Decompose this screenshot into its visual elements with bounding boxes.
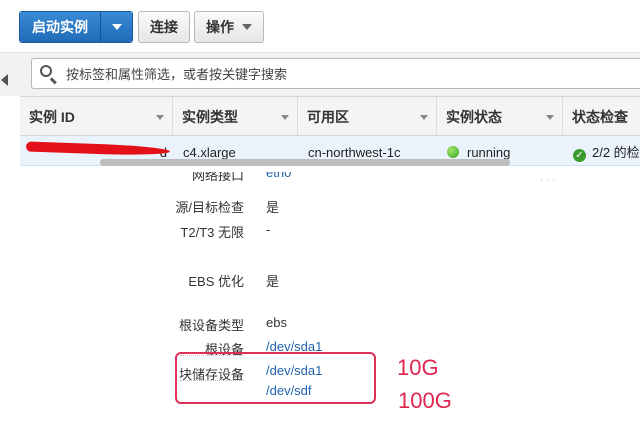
source-dest-check-label: 源/目标检查 xyxy=(175,200,244,215)
search-icon xyxy=(38,63,60,85)
sort-icon xyxy=(156,115,164,120)
launch-instance-button-group: 启动实例 xyxy=(19,11,133,43)
launch-instance-dropdown-button[interactable] xyxy=(100,12,132,42)
annotation-size-label: 100G xyxy=(398,388,452,413)
resize-handle-icon[interactable]: ··· xyxy=(540,174,558,184)
root-device-type-label: 根设备类型 xyxy=(178,318,244,333)
cell-status-checks: ✓ 2/2 的检 xyxy=(563,136,640,165)
connect-button[interactable]: 连接 xyxy=(138,11,190,43)
column-header-label: 实例状态 xyxy=(446,109,502,125)
root-device-type-value: ebs xyxy=(266,315,287,330)
instances-table-header: 实例 ID 实例类型 可用区 实例状态 状态检查 xyxy=(20,96,640,137)
horizontal-scrollbar[interactable] xyxy=(100,159,510,166)
check-icon: ✓ xyxy=(573,149,586,162)
collapse-left-icon[interactable] xyxy=(1,74,8,86)
column-header-instance-state[interactable]: 实例状态 xyxy=(437,97,563,137)
chevron-down-icon xyxy=(111,24,122,30)
column-header-label: 实例 ID xyxy=(29,109,75,125)
network-interface-link[interactable]: eth0 xyxy=(266,172,291,184)
instance-state-text: running xyxy=(467,145,511,160)
toolbar: 启动实例 连接 操作 xyxy=(0,0,640,52)
search-placeholder: 按标签和属性筛选，或者按关键字搜索 xyxy=(66,67,288,82)
actions-button-label: 操作 xyxy=(206,19,234,35)
network-interface-label: 网络接口 xyxy=(191,172,244,183)
actions-dropdown-button[interactable]: 操作 xyxy=(194,11,264,43)
column-header-label: 状态检查 xyxy=(572,109,628,125)
annotation-size-label: 10G xyxy=(397,355,439,380)
launch-instance-button[interactable]: 启动实例 xyxy=(20,12,100,42)
running-status-icon xyxy=(447,146,459,158)
column-header-status-checks[interactable]: 状态检查 xyxy=(563,97,640,137)
search-input[interactable]: 按标签和属性筛选，或者按关键字搜索 xyxy=(31,58,640,89)
column-header-instance-id[interactable]: 实例 ID xyxy=(20,97,173,137)
annotation-box xyxy=(175,352,376,404)
column-header-instance-type[interactable]: 实例类型 xyxy=(173,97,298,137)
ebs-optimized-label: EBS 优化 xyxy=(188,274,244,289)
ebs-optimized-value: 是 xyxy=(266,274,280,289)
redaction-mark xyxy=(25,141,171,157)
chevron-down-icon xyxy=(242,24,252,30)
column-header-availability-zone[interactable]: 可用区 xyxy=(298,97,437,137)
sort-icon xyxy=(281,115,289,120)
column-header-label: 实例类型 xyxy=(182,109,238,125)
column-header-label: 可用区 xyxy=(307,109,349,125)
status-check-text: 2/2 的检 xyxy=(592,145,640,160)
t2t3-unlimited-label: T2/T3 无限 xyxy=(180,225,244,240)
t2t3-unlimited-value: - xyxy=(266,222,271,237)
sort-icon xyxy=(420,115,428,120)
sort-icon xyxy=(546,115,554,120)
source-dest-check-value: 是 xyxy=(266,200,280,215)
connect-button-label: 连接 xyxy=(150,19,178,35)
